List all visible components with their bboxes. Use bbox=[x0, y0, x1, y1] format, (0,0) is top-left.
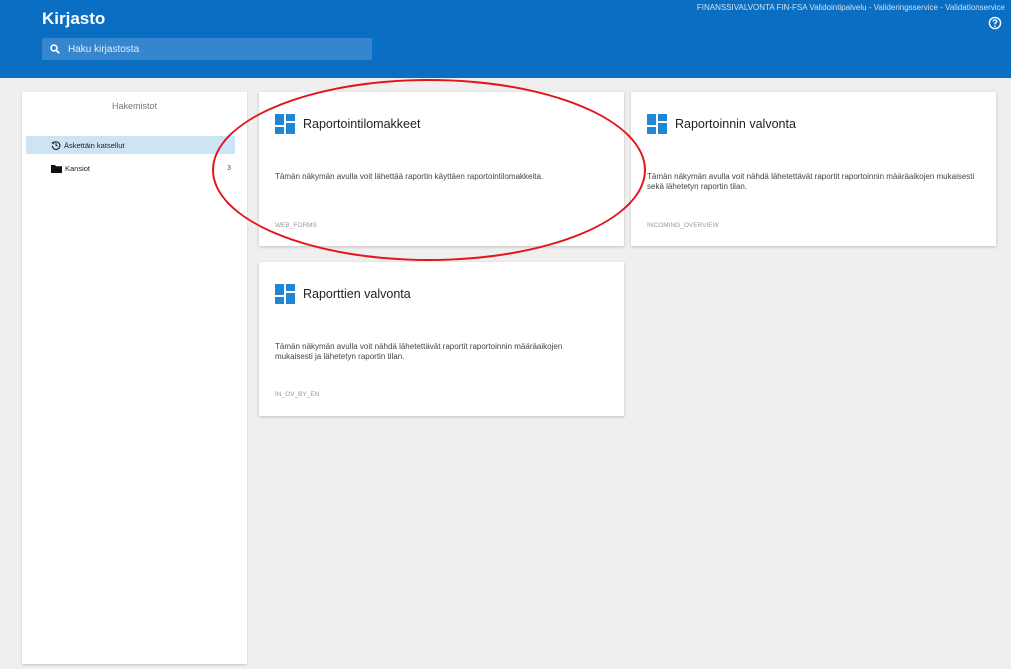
card-description: Tämän näkymän avulla voit nähdä lähetett… bbox=[647, 172, 975, 191]
sidebar-item-folders[interactable]: Kansiot 3 bbox=[26, 159, 235, 177]
service-name: FINANSSIVALVONTA FIN-FSA Validointipalve… bbox=[696, 3, 1005, 12]
card-header: Raportoinnin valvonta bbox=[647, 114, 796, 134]
sidebar-item-recent[interactable]: Äskettäin katsellut bbox=[26, 136, 235, 154]
top-bar: Kirjasto FINANSSIVALVONTA FIN-FSA Valido… bbox=[0, 0, 1011, 78]
card-title: Raportoinnin valvonta bbox=[675, 117, 796, 131]
card-code: INCOMING_OVERVIEW bbox=[647, 222, 719, 229]
help-icon[interactable] bbox=[988, 16, 1002, 30]
sidebar-title: Hakemistot bbox=[111, 101, 157, 111]
dashboard-icon bbox=[647, 114, 667, 134]
folder-icon bbox=[51, 164, 62, 173]
card-raporttien-valvonta[interactable]: Raporttien valvonta Tämän näkymän avulla… bbox=[259, 262, 624, 416]
card-description: Tämän näkymän avulla voit lähettää rapor… bbox=[275, 172, 544, 181]
card-raportoinnin-valvonta[interactable]: Raportoinnin valvonta Tämän näkymän avul… bbox=[631, 92, 996, 246]
dashboard-icon bbox=[275, 284, 295, 304]
card-header: Raporttien valvonta bbox=[275, 284, 411, 304]
search-box[interactable] bbox=[42, 38, 372, 60]
search-input[interactable] bbox=[66, 42, 360, 56]
card-title: Raporttien valvonta bbox=[303, 287, 411, 301]
card-raportointilomakkeet[interactable]: Raportointilomakkeet Tämän näkymän avull… bbox=[259, 92, 624, 246]
card-description: Tämän näkymän avulla voit nähdä lähetett… bbox=[275, 342, 563, 361]
dashboard-icon bbox=[275, 114, 295, 134]
card-title: Raportointilomakkeet bbox=[303, 117, 421, 131]
search-icon bbox=[50, 44, 60, 54]
sidebar: Hakemistot Äskettäin katsellut Kansiot 3 bbox=[22, 92, 247, 664]
history-icon bbox=[51, 140, 61, 150]
card-header: Raportointilomakkeet bbox=[275, 114, 420, 134]
sidebar-item-label: Kansiot bbox=[65, 163, 91, 173]
card-code: IN_OV_BY_EN bbox=[275, 391, 320, 398]
card-code: WEB_FORMS bbox=[275, 222, 317, 229]
folder-count: 3 bbox=[227, 164, 231, 172]
app-title: Kirjasto bbox=[42, 9, 106, 28]
sidebar-item-label: Äskettäin katsellut bbox=[64, 140, 125, 150]
